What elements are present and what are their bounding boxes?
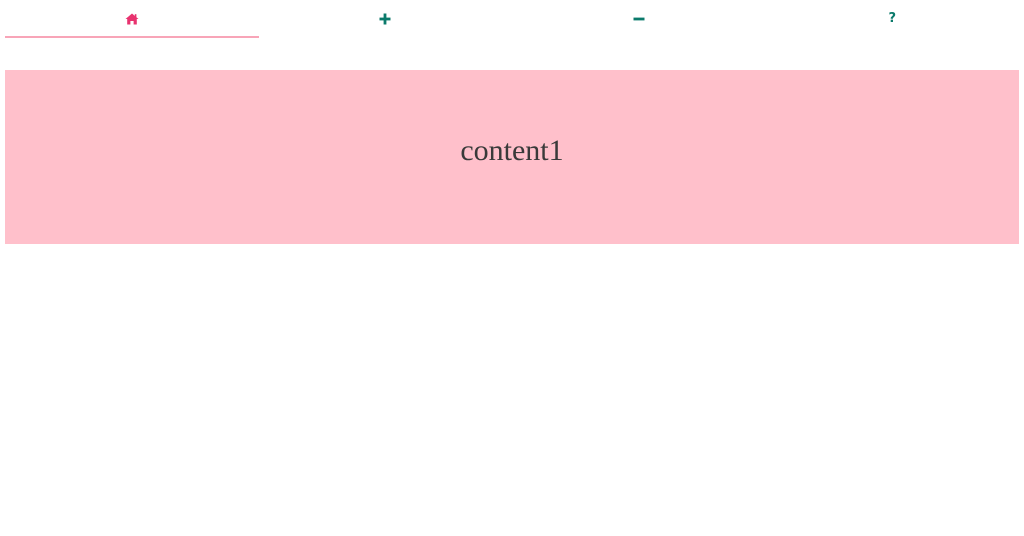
content-panel: content1 — [5, 70, 1019, 244]
home-icon — [124, 11, 140, 27]
question-icon: ? — [888, 11, 897, 26]
tab-remove[interactable] — [512, 0, 766, 38]
tab-add[interactable] — [259, 0, 513, 38]
minus-icon — [631, 11, 647, 27]
plus-icon — [377, 11, 393, 27]
content-text: content1 — [460, 134, 564, 167]
tab-bar: ? — [5, 0, 1019, 40]
tab-help[interactable]: ? — [766, 0, 1020, 38]
tab-home[interactable] — [5, 0, 259, 38]
